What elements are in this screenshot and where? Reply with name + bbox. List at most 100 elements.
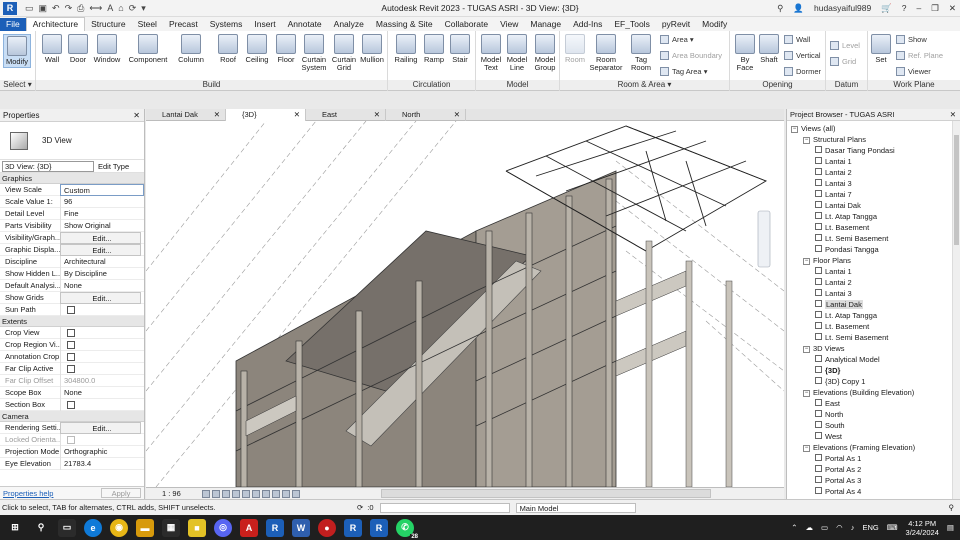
dormer-button[interactable]: Dormer [784,67,821,76]
wall-opening-button[interactable]: Wall [784,35,810,44]
property-value[interactable]: 21783.4 [60,457,144,470]
show-button[interactable]: Show [896,35,927,44]
tab-3d[interactable]: {3D} ✕ [226,109,306,121]
user-name[interactable]: hudasyaiful989 [814,3,871,13]
notifications-icon[interactable]: ▤ [947,523,954,532]
browser-view-item[interactable]: Portal As 4 [815,486,861,497]
tab-modify[interactable]: Modify [696,18,733,31]
vertical-scrollbar[interactable] [952,121,960,499]
workset-selector[interactable] [379,502,510,513]
browser-view-item[interactable]: Portal As 1 [815,453,861,464]
tab-add-ins[interactable]: Add-Ins [567,18,608,31]
revit-logo[interactable]: R [3,1,17,15]
ref-plane-button[interactable]: Ref. Plane [896,51,943,60]
browser-view-item[interactable]: Lt. Semi Basement [815,233,888,244]
tab-view[interactable]: View [494,18,524,31]
scrollbar-thumb[interactable] [954,135,959,245]
browser-view-item[interactable]: Lt. Basement [815,321,869,332]
shadows-icon[interactable] [232,489,240,498]
browser-view-item[interactable]: Dasar Tiang Pondasi [815,145,895,156]
browser-view-item[interactable]: North [815,409,843,420]
modify-button[interactable]: Modify [3,34,31,68]
property-value[interactable]: By Discipline [60,267,144,280]
file-explorer-icon[interactable]: ▬ [136,518,154,537]
property-section-camera[interactable]: Camera [0,411,144,422]
browser-view-item[interactable]: Lantai 3 [815,288,852,299]
crop-icon[interactable] [252,489,260,498]
horizontal-scrollbar[interactable] [381,489,711,498]
task-view-icon[interactable]: ▭ [58,518,76,537]
qat-dropdown-icon[interactable]: ▾ [141,3,146,14]
cloud-icon[interactable]: ☁ [806,523,814,532]
collapse-icon[interactable]: − [803,346,810,353]
word-icon[interactable]: W [292,518,310,537]
property-checkbox-cell[interactable] [60,338,144,351]
chrome-browser-icon[interactable]: ◉ [110,518,128,537]
browser-view-item[interactable]: {3D} Copy 1 [815,376,865,387]
edit-button[interactable]: Edit... [60,231,141,244]
checkbox[interactable] [67,400,75,409]
browser-view-item[interactable]: Lantai 2 [815,167,852,178]
stair-button[interactable]: Stair [448,34,472,64]
checkbox[interactable] [67,352,75,361]
browser-group[interactable]: − Elevations (Building Elevation) [803,387,914,398]
wifi-icon[interactable]: ◠ [836,523,843,532]
checkbox[interactable] [67,305,75,314]
shaft-button[interactable]: Shaft [758,34,780,64]
room-button[interactable]: Room [562,34,588,64]
property-checkbox-cell[interactable] [60,398,144,411]
collapse-icon[interactable]: − [803,258,810,265]
tab-lantai-dak[interactable]: Lantai Dak ✕ [146,109,226,121]
property-value[interactable]: 96 [60,195,144,208]
property-section-extents[interactable]: Extents [0,316,144,327]
tab-collaborate[interactable]: Collaborate [439,18,494,31]
curtain-grid-button[interactable]: Curtain Grid [330,34,358,72]
tab-east[interactable]: East ✕ [306,109,386,121]
window-button[interactable]: Window [92,34,122,64]
sync-icon[interactable]: ⟳ [129,3,137,14]
filter-icon[interactable]: ⚲ [949,503,955,512]
browser-view-item[interactable]: Lantai 1 [815,266,852,277]
edge-browser-icon[interactable]: e [84,518,102,537]
browser-group[interactable]: − Views (all) [791,123,835,134]
discord-icon[interactable]: ◎ [214,518,232,537]
close-icon[interactable]: ✕ [454,109,460,121]
wall-button[interactable]: Wall [40,34,64,64]
browser-view-item[interactable]: Lt. Atap Tangga [815,310,877,321]
edit-button[interactable]: Edit... [60,291,141,304]
measure-icon[interactable]: ⟷ [89,3,102,14]
floor-button[interactable]: Floor [274,34,298,64]
checkbox[interactable] [67,364,75,373]
crop-region-icon[interactable] [262,489,270,498]
collapse-icon[interactable]: − [803,390,810,397]
component-button[interactable]: Component [126,34,170,64]
room-separator-button[interactable]: Room Separator [588,34,624,72]
undo-icon[interactable]: ↶ [52,3,60,14]
tab-insert[interactable]: Insert [248,18,281,31]
edit-button[interactable]: Edit... [60,243,141,256]
vertical-opening-button[interactable]: Vertical [784,51,821,60]
tab-steel[interactable]: Steel [132,18,163,31]
browser-group[interactable]: − Structural Plans [803,134,866,145]
sticky-notes-icon[interactable]: ■ [188,518,206,537]
tag-area-button[interactable]: Tag Area ▾ [660,67,707,76]
model-text-button[interactable]: Model Text [478,34,504,72]
language-switch-icon[interactable]: ⌨ [887,523,898,532]
checkbox[interactable] [67,328,75,337]
browser-view-item[interactable]: South [815,420,845,431]
select-dropdown[interactable]: Select ▾ [0,80,35,90]
store-icon[interactable]: ▦ [162,518,180,537]
set-button[interactable]: Set [870,34,892,64]
property-value[interactable]: 304800.0 [60,374,144,387]
area-boundary-button[interactable]: Area Boundary [660,51,722,60]
type-selector[interactable]: 3D View [0,122,144,160]
property-value[interactable]: Architectural [60,255,144,268]
property-checkbox-cell[interactable] [60,350,144,363]
close-icon[interactable]: ✕ [133,109,140,122]
property-value[interactable]: Fine [60,207,144,220]
lock-view-icon[interactable] [272,489,280,498]
property-section-graphics[interactable]: Graphics [0,173,144,184]
ramp-button[interactable]: Ramp [422,34,446,64]
property-value[interactable]: None [60,279,144,292]
temporary-hide-icon[interactable] [282,489,290,498]
